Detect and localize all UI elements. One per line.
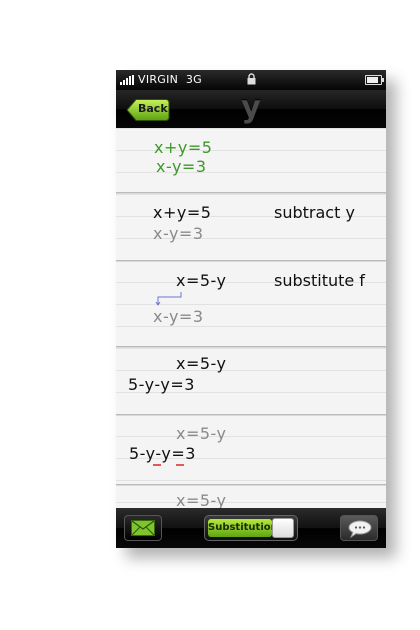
speech-bubble-icon [348,520,372,538]
substitution-toggle[interactable]: Substitution [204,515,298,541]
page-title: y [241,90,261,125]
equation-line: x=5-y [176,491,227,508]
list-item: x+y=5 x-y=3 subtract y [116,194,386,258]
equation-line: x=5-y [176,424,227,443]
toggle-knob[interactable] [272,518,294,538]
battery-icon [365,75,384,85]
list-item: x=5-y [116,486,386,508]
mail-button[interactable] [124,515,162,541]
equation-line: x+y=5 [154,138,213,157]
list-item: x=5-y 5-y-y=3 [116,416,386,482]
equation-line: x-y=3 [153,307,204,326]
signal-icon [120,75,136,85]
equation-line: x-y=3 [156,157,207,176]
carrier-label: VIRGIN 3G [138,73,202,86]
substitution-arrow-icon [155,292,182,306]
list-item: x=5-y 5-y-y=3 [116,348,386,412]
equation-line: 5-y-y=3 [128,375,195,394]
bottom-toolbar: Substitution [116,508,386,548]
comment-button[interactable] [340,515,378,541]
phone-frame: VIRGIN 3G Back y x+y=5 x-y=3 x+y=5 x-y=3… [116,70,386,548]
step-note: substitute f [274,271,365,290]
status-bar: VIRGIN 3G [116,70,386,90]
equation-line: 5-y-y=3 [129,444,196,463]
cancel-mark [153,464,161,466]
toggle-label: Substitution [208,519,278,537]
mail-icon [131,520,155,536]
network-label: 3G [185,73,202,86]
equation-line: x=5-y [176,354,227,373]
worked-steps-list[interactable]: x+y=5 x-y=3 x+y=5 x-y=3 subtract y x=5-y… [116,128,386,508]
equation-line: x-y=3 [153,224,204,243]
cancel-mark [176,464,184,466]
navigation-bar: Back y [116,90,386,128]
equation-line: x=5-y [176,271,227,290]
list-item: x+y=5 x-y=3 [116,128,386,192]
equation-line: x+y=5 [153,203,212,222]
lock-icon [247,73,256,85]
step-note: subtract y [274,203,355,222]
